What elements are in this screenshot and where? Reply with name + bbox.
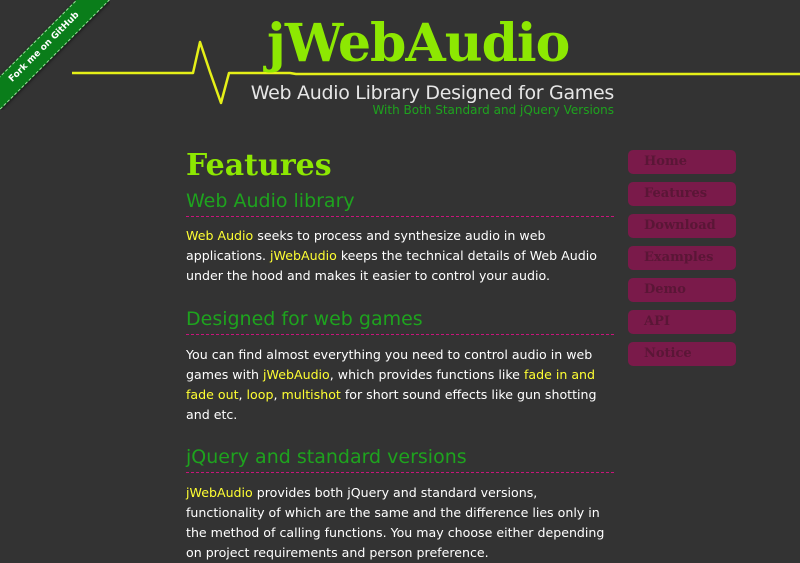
nav-link-notice[interactable]: Notice <box>628 342 736 366</box>
site-tagline: Web Audio Library Designed for Games <box>250 82 615 104</box>
section-designed-for-web-games: Designed for web games You can find almo… <box>186 306 614 425</box>
highlighted-term: jWebAudio <box>270 248 337 263</box>
section-web-audio-library: Web Audio library Web Audio seeks to pro… <box>186 188 614 286</box>
highlighted-term: jWebAudio <box>186 485 253 500</box>
nav-item: Download <box>628 214 736 238</box>
nav-item: API <box>628 310 736 334</box>
nav-item: Examples <box>628 246 736 270</box>
highlighted-term: jWebAudio <box>263 367 330 382</box>
section-jquery-and-standard-versions: jQuery and standard versions jWebAudio p… <box>186 444 614 563</box>
highlighted-term: Web Audio <box>186 228 254 243</box>
section-paragraph: Web Audio seeks to process and synthesiz… <box>186 226 614 286</box>
nav-item: Home <box>628 150 736 174</box>
nav-link-examples[interactable]: Examples <box>628 246 736 270</box>
nav-link-home[interactable]: Home <box>628 150 736 174</box>
nav-link-api[interactable]: API <box>628 310 736 334</box>
highlighted-term: loop <box>246 387 274 402</box>
nav-link-demo[interactable]: Demo <box>628 278 736 302</box>
section-heading: jQuery and standard versions <box>186 444 614 473</box>
nav-link-features[interactable]: Features <box>628 182 736 206</box>
section-paragraph: You can find almost everything you need … <box>186 345 614 425</box>
highlighted-term: multishot <box>281 387 341 402</box>
site-subtagline: With Both Standard and jQuery Versions <box>372 103 614 117</box>
nav-item: Notice <box>628 342 736 366</box>
nav-link-download[interactable]: Download <box>628 214 736 238</box>
nav-item: Features <box>628 182 736 206</box>
site-logo[interactable]: jWebAudio <box>267 14 570 74</box>
main-content: Features Web Audio library Web Audio see… <box>186 148 614 563</box>
section-heading: Designed for web games <box>186 306 614 335</box>
nav-item: Demo <box>628 278 736 302</box>
paragraph-text: , <box>238 387 247 402</box>
section-paragraph: jWebAudio provides both jQuery and stand… <box>186 483 614 563</box>
sidebar-nav: Home Features Download Examples Demo API… <box>628 150 736 374</box>
paragraph-text: , which provides functions like <box>329 367 524 382</box>
section-heading: Web Audio library <box>186 188 614 217</box>
page-title: Features <box>186 148 332 183</box>
